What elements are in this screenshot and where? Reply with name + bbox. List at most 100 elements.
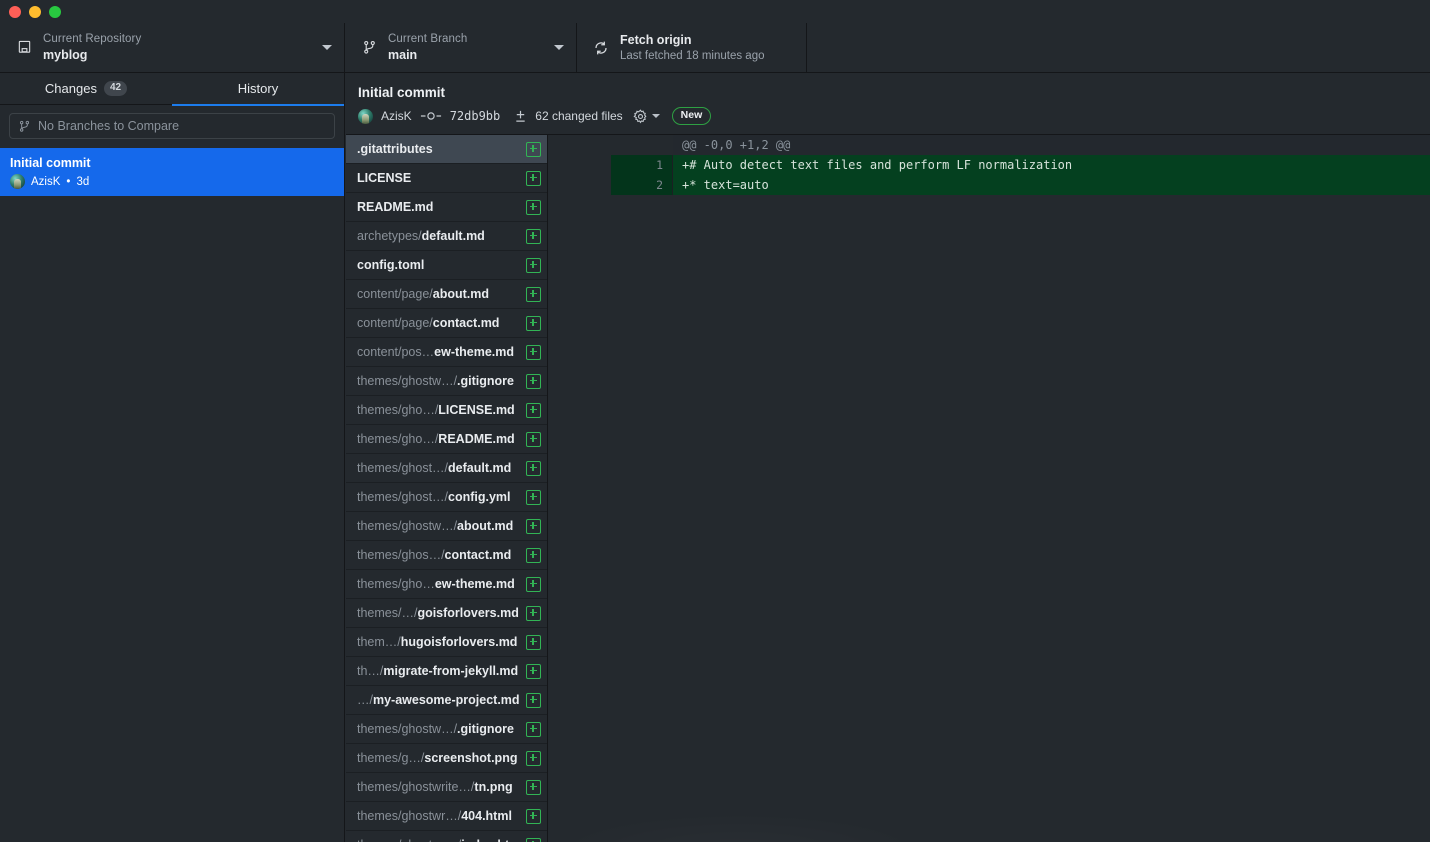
file-row[interactable]: themes/ghostw…/.gitignore	[346, 715, 547, 744]
minimize-button-icon[interactable]	[29, 5, 41, 18]
file-label: themes/ghostw…/about.md	[357, 517, 520, 535]
file-label: them…/hugoisforlovers.md	[357, 633, 520, 651]
current-branch-button[interactable]: Current Branch main	[345, 23, 577, 72]
file-path: themes/ghostwr…/	[357, 809, 462, 823]
commit-list: Initial commit AzisK • 3d	[0, 148, 344, 196]
file-label: content/pos…ew-theme.md	[357, 343, 520, 361]
file-path: themes/…/	[357, 606, 418, 620]
file-row[interactable]: …/my-awesome-project.md	[346, 686, 547, 715]
file-row[interactable]: content/pos…ew-theme.md	[346, 338, 547, 367]
current-repository-button[interactable]: Current Repository myblog	[0, 23, 345, 72]
file-name: about.md	[457, 519, 514, 533]
diff-line-content: +# Auto detect text files and perform LF…	[673, 155, 1430, 175]
file-name: hugoisforlovers.md	[400, 635, 518, 649]
file-row[interactable]: themes/ghos…/contact.md	[346, 541, 547, 570]
commit-detail-author: AzisK	[381, 109, 412, 123]
compare-branch-area: No Branches to Compare	[0, 105, 344, 139]
diff-line[interactable]: 2 +* text=auto	[549, 175, 1430, 195]
file-row[interactable]: archetypes/default.md	[346, 222, 547, 251]
file-path: th…/	[357, 664, 384, 678]
file-row[interactable]: README.md	[346, 193, 547, 222]
commit-meta: AzisK • 3d	[10, 174, 334, 189]
file-status-added-icon	[526, 199, 541, 215]
file-row[interactable]: themes/…/goisforlovers.md	[346, 599, 547, 628]
maximize-button-icon[interactable]	[49, 5, 61, 18]
commit-summary: Initial commit	[10, 156, 91, 170]
file-name: about.md	[432, 287, 490, 301]
file-row[interactable]: themes/g…/screenshot.png	[346, 744, 547, 773]
file-row[interactable]: themes/ghostw…/about.md	[346, 512, 547, 541]
fetch-origin-button[interactable]: Fetch origin Last fetched 18 minutes ago	[577, 23, 807, 72]
diff-gutter-new: 1	[611, 155, 673, 175]
file-path: themes/ghostw…/	[357, 374, 458, 388]
file-row[interactable]: content/page/about.md	[346, 280, 547, 309]
diff-line[interactable]: @@ -0,0 +1,2 @@	[549, 135, 1430, 155]
file-path: content/page/	[357, 287, 433, 301]
close-button-icon[interactable]	[9, 5, 21, 18]
file-path: …/	[357, 693, 373, 707]
file-status-added-icon	[526, 402, 541, 418]
file-row[interactable]: LICENSE	[346, 164, 547, 193]
file-path: content/pos…	[357, 345, 435, 359]
diff-viewer[interactable]: @@ -0,0 +1,2 @@ 1 +# Auto detect text file…	[549, 135, 1430, 842]
file-label: themes/ghostwr…/index.html	[357, 836, 520, 842]
file-name: contact.md	[432, 316, 500, 330]
file-row[interactable]: themes/gho…/LICENSE.md	[346, 396, 547, 425]
tab-history[interactable]: History	[172, 73, 344, 106]
file-row[interactable]: th…/migrate-from-jekyll.md	[346, 657, 547, 686]
file-row[interactable]: content/page/contact.md	[346, 309, 547, 338]
changed-files-count: 62 changed files	[535, 109, 623, 123]
file-name: LICENSE.md	[438, 403, 515, 417]
file-row[interactable]: themes/ghostwr…/index.html	[346, 831, 547, 842]
file-name: config.toml	[357, 258, 425, 272]
file-name: migrate-from-jekyll.md	[383, 664, 519, 678]
file-row[interactable]: themes/ghostwrite…/tn.png	[346, 773, 547, 802]
file-label: .gitattributes	[357, 140, 520, 158]
gear-icon	[633, 108, 648, 124]
file-status-added-icon	[526, 460, 541, 476]
file-name: .gitignore	[457, 374, 514, 388]
file-row[interactable]: them…/hugoisforlovers.md	[346, 628, 547, 657]
file-status-added-icon	[526, 634, 541, 650]
file-name: README.md	[357, 200, 434, 214]
tab-changes[interactable]: Changes 42	[0, 73, 172, 106]
file-path: themes/ghostw…/	[357, 722, 458, 736]
chevron-down-icon	[651, 114, 660, 118]
file-label: themes/gho…/LICENSE.md	[357, 401, 520, 419]
commit-list-item[interactable]: Initial commit AzisK • 3d	[0, 148, 344, 196]
sync-icon	[591, 40, 611, 56]
commit-dot-icon	[420, 109, 442, 123]
sidebar: Changes 42 History No Branches to Compar…	[0, 73, 345, 842]
branch-icon	[359, 40, 379, 55]
diff-line[interactable]: 1 +# Auto detect text files and perform L…	[549, 155, 1430, 175]
repo-icon	[14, 40, 34, 55]
diff-hunk-header: @@ -0,0 +1,2 @@	[673, 135, 1430, 155]
commit-options-button[interactable]	[633, 108, 660, 124]
commit-detail-meta: AzisK 72db9bb 62 changed files New	[358, 107, 1418, 125]
file-row[interactable]: themes/gho…/README.md	[346, 425, 547, 454]
file-path: themes/g…/	[357, 751, 425, 765]
file-status-added-icon	[526, 547, 541, 563]
commit-separator: •	[66, 175, 71, 188]
file-path: themes/ghostw…/	[357, 519, 458, 533]
file-row[interactable]: themes/ghost…/config.yml	[346, 483, 547, 512]
commit-detail-title: Initial commit	[358, 85, 446, 100]
file-label: themes/gho…/README.md	[357, 430, 520, 448]
file-label: themes/ghostw…/.gitignore	[357, 372, 520, 390]
compare-branch-input[interactable]: No Branches to Compare	[9, 113, 335, 139]
fetch-subtitle: Last fetched 18 minutes ago	[620, 49, 765, 62]
file-name: index.html	[461, 838, 520, 842]
file-row[interactable]: config.toml	[346, 251, 547, 280]
commit-sha[interactable]: 72db9bb	[450, 109, 501, 123]
file-label: themes/ghos…/contact.md	[357, 546, 520, 564]
file-row[interactable]: .gitattributes	[346, 135, 547, 164]
file-row[interactable]: themes/gho…ew-theme.md	[346, 570, 547, 599]
file-status-added-icon	[526, 692, 541, 708]
new-tag-badge[interactable]: New	[671, 107, 712, 125]
file-name: 404.html	[461, 809, 512, 823]
file-name: contact.md	[444, 548, 512, 562]
file-row[interactable]: themes/ghostw…/.gitignore	[346, 367, 547, 396]
file-row[interactable]: themes/ghostwr…/404.html	[346, 802, 547, 831]
changed-files-list[interactable]: .gitattributes LICENSE README.md archetypes…	[346, 135, 548, 842]
file-row[interactable]: themes/ghost…/default.md	[346, 454, 547, 483]
